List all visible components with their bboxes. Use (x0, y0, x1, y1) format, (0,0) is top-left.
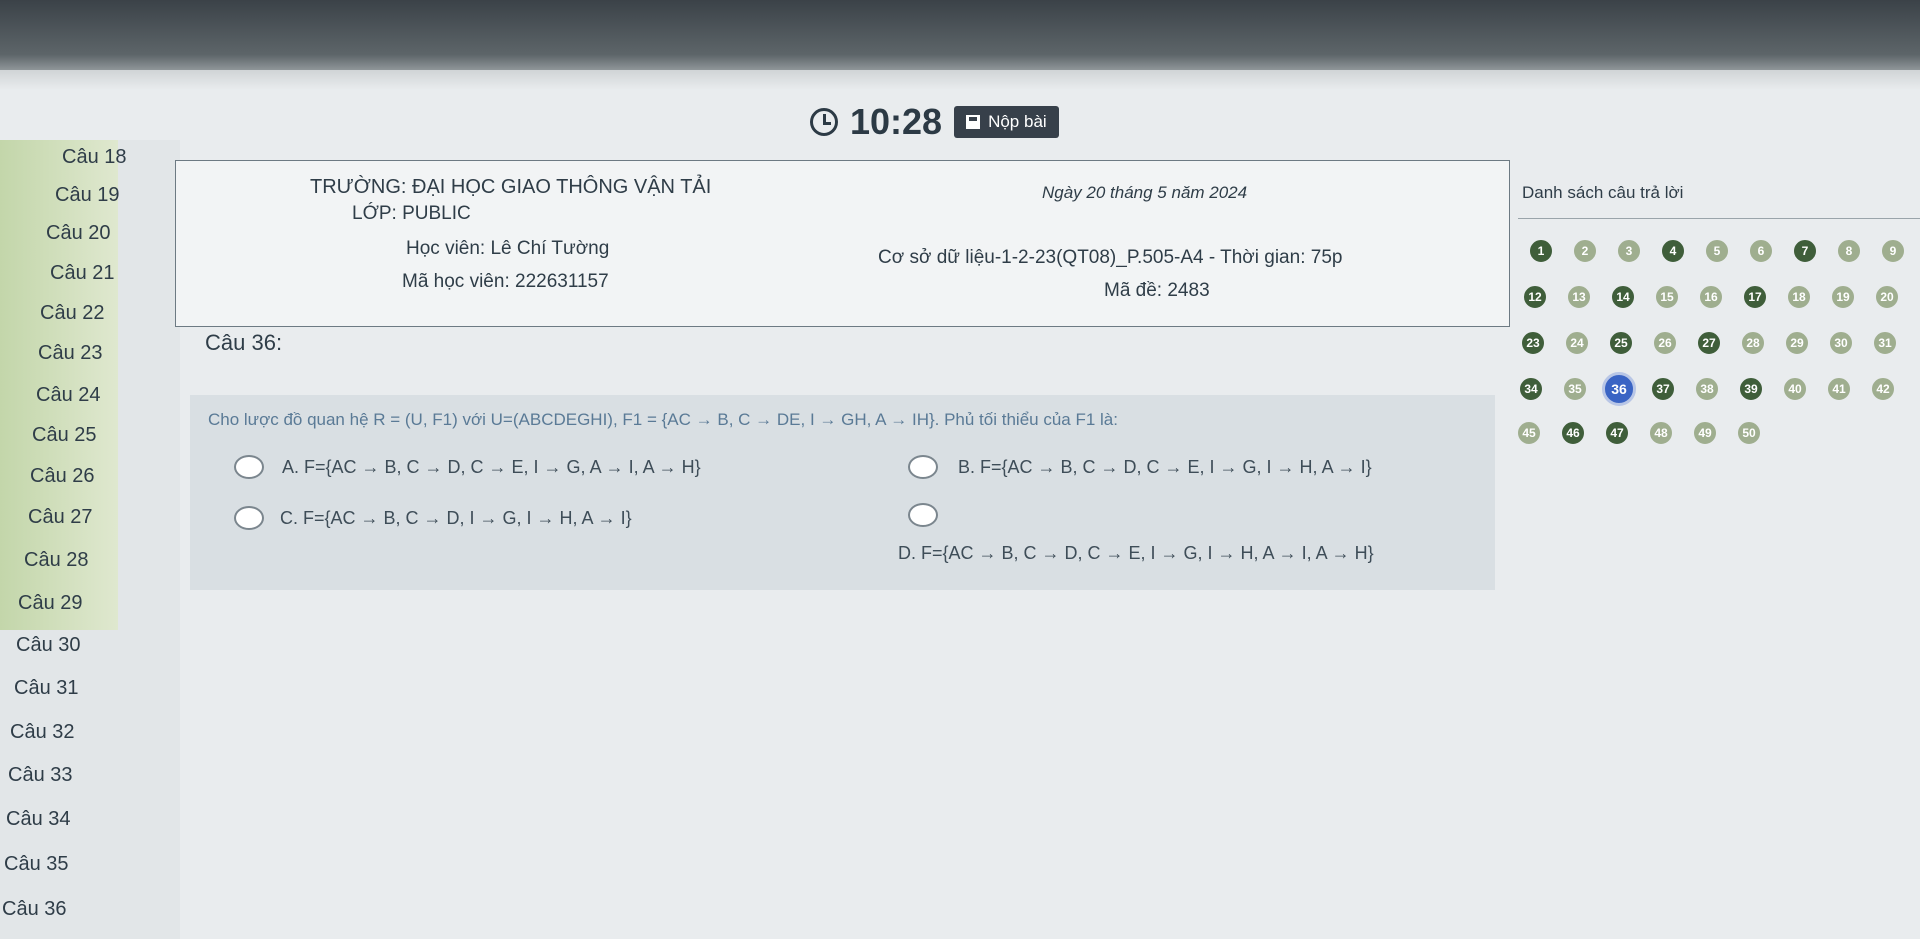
save-icon (966, 115, 981, 129)
question-title: Câu 36: (205, 330, 283, 355)
class-name: LỚP: PUBLIC (352, 203, 471, 224)
answer-bubble-5[interactable]: 5 (1704, 238, 1730, 264)
option-a-radio[interactable] (234, 455, 264, 479)
answer-bubble-19[interactable]: 19 (1830, 284, 1856, 310)
answer-bubble-36[interactable]: 36 (1602, 372, 1636, 406)
clock-icon (810, 108, 838, 136)
sidebar-item-q18[interactable]: Câu 18 (62, 146, 127, 169)
answer-bubble-26[interactable]: 26 (1652, 330, 1678, 356)
answer-bubble-7[interactable]: 7 (1792, 238, 1818, 264)
option-d-text[interactable]: D. F={AC → B, C → D, C → E, I → G, I → H… (898, 543, 1374, 564)
countdown-timer: 10:28 (850, 101, 943, 142)
answer-bubble-49[interactable]: 49 (1692, 420, 1718, 446)
timer-bar: 10:28 Nộp bài (810, 100, 1059, 144)
answer-bubble-29[interactable]: 29 (1784, 330, 1810, 356)
answer-list-divider (1518, 218, 1920, 219)
answer-bubble-17[interactable]: 17 (1742, 284, 1768, 310)
answer-bubble-38[interactable]: 38 (1694, 376, 1720, 402)
sidebar-item-q28[interactable]: Câu 28 (24, 549, 89, 572)
option-c-radio[interactable] (234, 506, 264, 530)
answer-bubble-30[interactable]: 30 (1828, 330, 1854, 356)
answer-bubble-25[interactable]: 25 (1608, 330, 1634, 356)
answer-bubble-50[interactable]: 50 (1736, 420, 1762, 446)
answer-bubble-23[interactable]: 23 (1520, 330, 1546, 356)
sidebar-item-q24[interactable]: Câu 24 (36, 384, 101, 407)
screen-edge (0, 70, 1920, 90)
answer-bubble-46[interactable]: 46 (1560, 420, 1586, 446)
answer-bubble-3[interactable]: 3 (1616, 238, 1642, 264)
student-id: Mã học viên: 222631157 (402, 271, 609, 292)
answer-bubble-15[interactable]: 15 (1654, 284, 1680, 310)
sidebar-item-q33[interactable]: Câu 33 (8, 764, 73, 787)
answer-bubble-27[interactable]: 27 (1696, 330, 1722, 356)
answer-bubble-40[interactable]: 40 (1782, 376, 1808, 402)
answer-bubble-35[interactable]: 35 (1562, 376, 1588, 402)
question-text: Cho lược đồ quan hệ R = (U, F1) với U=(A… (208, 410, 1118, 429)
sidebar-item-q34[interactable]: Câu 34 (6, 808, 71, 831)
sidebar-item-q32[interactable]: Câu 32 (10, 721, 75, 744)
sidebar-item-q22[interactable]: Câu 22 (40, 302, 105, 325)
answer-bubble-6[interactable]: 6 (1748, 238, 1774, 264)
option-c-text[interactable]: C. F={AC → B, C → D, I → G, I → H, A → I… (280, 508, 632, 529)
answer-bubble-1[interactable]: 1 (1528, 238, 1554, 264)
answer-bubble-31[interactable]: 31 (1872, 330, 1898, 356)
sidebar-item-q19[interactable]: Câu 19 (55, 184, 120, 207)
answer-bubble-47[interactable]: 47 (1604, 420, 1630, 446)
submit-button[interactable]: Nộp bài (954, 106, 1059, 138)
answer-list-title: Danh sách câu trả lời (1522, 183, 1684, 202)
subject-info: Cơ sở dữ liệu-1-2-23(QT08)_P.505-A4 - Th… (878, 247, 1343, 268)
option-b-radio[interactable] (908, 455, 938, 479)
exam-date: Ngày 20 tháng 5 năm 2024 (1042, 183, 1248, 202)
monitor-bezel (0, 0, 1920, 78)
answer-bubble-2[interactable]: 2 (1572, 238, 1598, 264)
answer-bubble-12[interactable]: 12 (1522, 284, 1548, 310)
submit-button-label: Nộp bài (988, 112, 1047, 131)
answer-bubble-4[interactable]: 4 (1660, 238, 1686, 264)
answer-bubble-48[interactable]: 48 (1648, 420, 1674, 446)
school-name: TRƯỜNG: ĐẠI HỌC GIAO THÔNG VẬN TẢI (310, 176, 712, 198)
sidebar-item-q35[interactable]: Câu 35 (4, 853, 69, 876)
sidebar-item-q23[interactable]: Câu 23 (38, 342, 103, 365)
answer-bubble-14[interactable]: 14 (1610, 284, 1636, 310)
option-d-radio[interactable] (908, 503, 938, 527)
answer-bubble-34[interactable]: 34 (1518, 376, 1544, 402)
answer-bubble-13[interactable]: 13 (1566, 284, 1592, 310)
sidebar-item-q36[interactable]: Câu 36 (2, 898, 67, 921)
answer-bubble-24[interactable]: 24 (1564, 330, 1590, 356)
sidebar-item-q29[interactable]: Câu 29 (18, 592, 83, 615)
sidebar-item-q30[interactable]: Câu 30 (16, 634, 81, 657)
option-b-text[interactable]: B. F={AC → B, C → D, C → E, I → G, I → H… (958, 457, 1372, 478)
exam-code: Mã đề: 2483 (1104, 280, 1210, 301)
answer-bubble-9[interactable]: 9 (1880, 238, 1906, 264)
answer-bubble-20[interactable]: 20 (1874, 284, 1900, 310)
answer-bubble-8[interactable]: 8 (1836, 238, 1862, 264)
sidebar-item-q31[interactable]: Câu 31 (14, 677, 79, 700)
sidebar-item-q20[interactable]: Câu 20 (46, 222, 111, 245)
option-a-text[interactable]: A. F={AC → B, C → D, C → E, I → G, A → I… (282, 457, 701, 478)
sidebar-item-q25[interactable]: Câu 25 (32, 424, 97, 447)
answer-bubble-37[interactable]: 37 (1650, 376, 1676, 402)
answer-bubble-18[interactable]: 18 (1786, 284, 1812, 310)
answer-bubble-42[interactable]: 42 (1870, 376, 1896, 402)
answer-bubble-28[interactable]: 28 (1740, 330, 1766, 356)
answer-bubble-45[interactable]: 45 (1516, 420, 1542, 446)
sidebar-item-q27[interactable]: Câu 27 (28, 506, 93, 529)
sidebar-item-q26[interactable]: Câu 26 (30, 465, 95, 488)
answer-bubble-39[interactable]: 39 (1738, 376, 1764, 402)
student-name: Học viên: Lê Chí Tường (406, 238, 610, 259)
answer-bubble-16[interactable]: 16 (1698, 284, 1724, 310)
answer-bubble-41[interactable]: 41 (1826, 376, 1852, 402)
sidebar-item-q21[interactable]: Câu 21 (50, 262, 115, 285)
